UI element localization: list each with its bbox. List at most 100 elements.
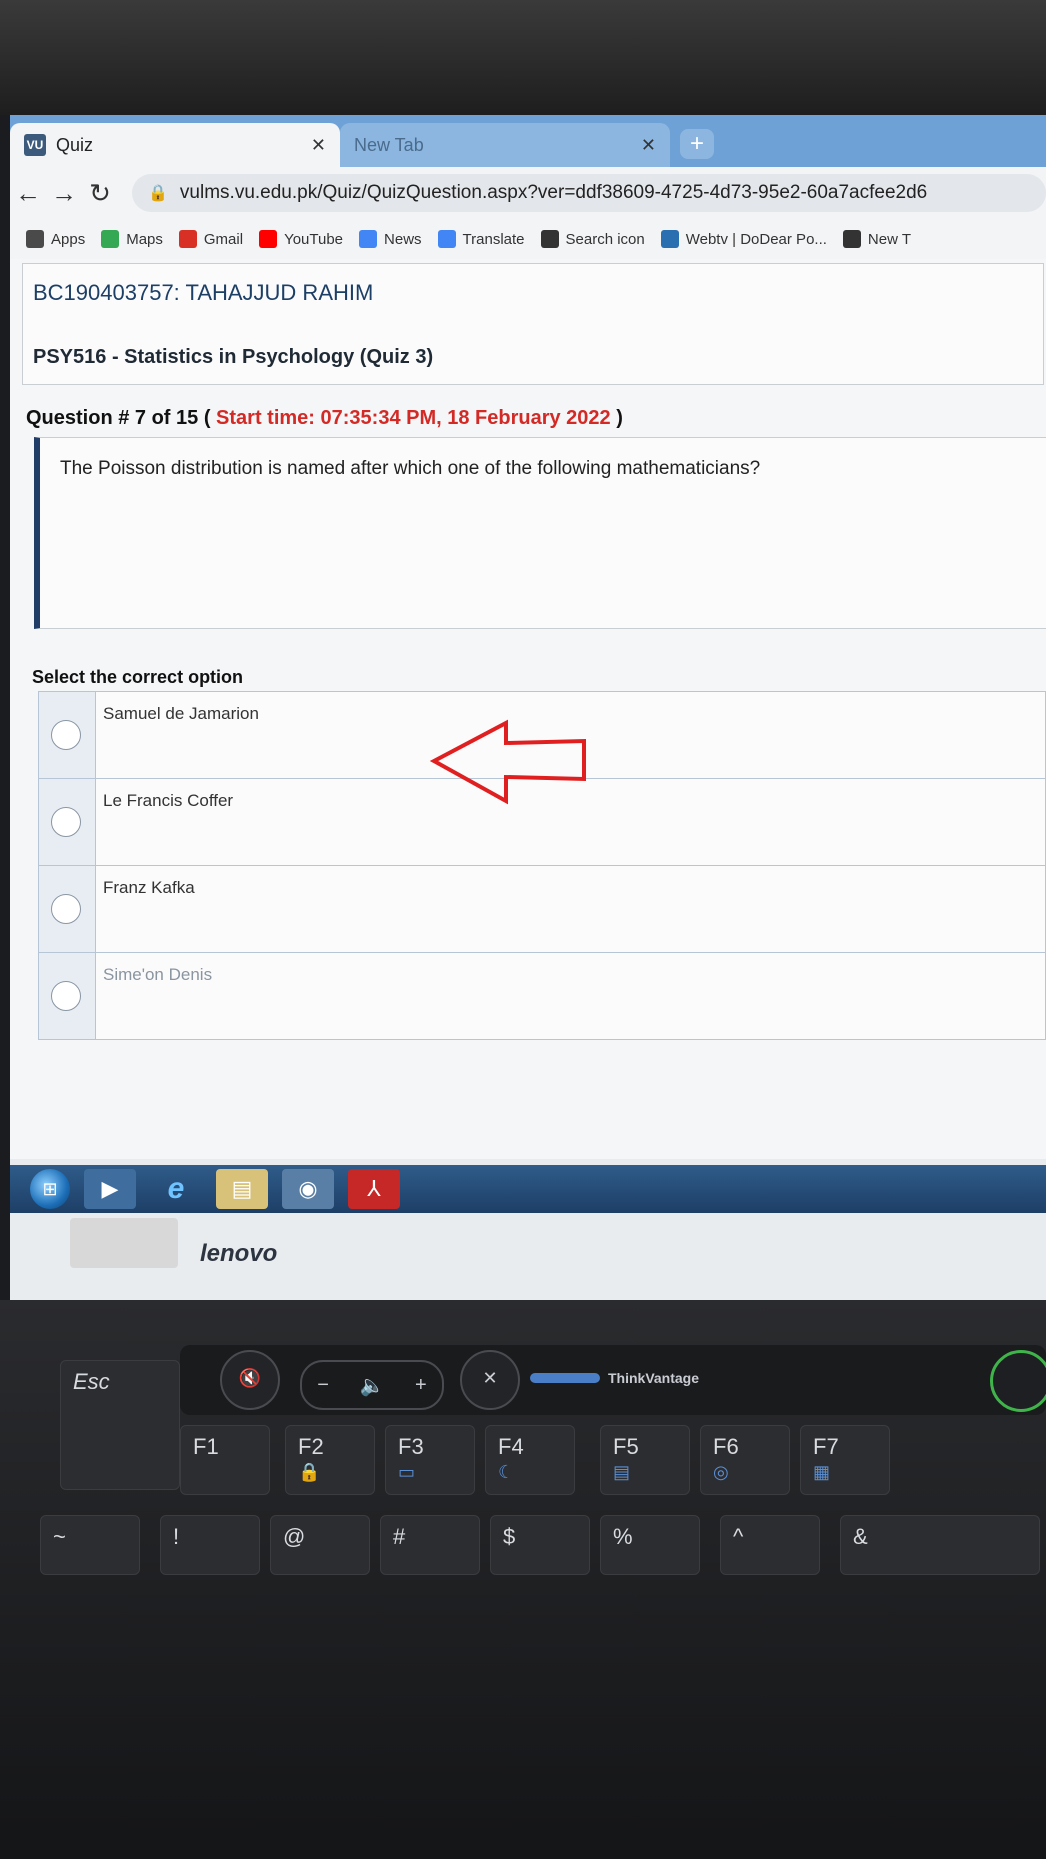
student-info-box: BC190403757: TAHAJJUD RAHIM PSY516 - Sta… (22, 263, 1044, 385)
bookmark-item[interactable]: New T (842, 230, 911, 248)
globe-icon (842, 230, 861, 248)
key-secondary-icon: ◎ (713, 1462, 729, 1482)
tab-label: Quiz (56, 134, 94, 155)
globe-icon (540, 230, 559, 248)
tab-label: New Tab (354, 134, 424, 155)
volume-down-icon[interactable]: − (317, 1374, 329, 1397)
function-key[interactable]: F2 🔒 (285, 1425, 375, 1495)
number-key[interactable]: % (600, 1515, 700, 1575)
address-bar[interactable]: 🔒 vulms.vu.edu.pk/Quiz/QuizQuestion.aspx… (132, 174, 1046, 212)
function-key[interactable]: F7 ▦ (800, 1425, 890, 1495)
bookmark-item[interactable]: Webtv | DoDear Po... (660, 230, 827, 248)
acrobat-icon[interactable]: ⅄ (348, 1169, 400, 1209)
laptop-screen: VU Quiz ✕ New Tab ✕ + ← → ↻ 🔒 vulms.vu.e… (10, 115, 1046, 1300)
bookmark-item[interactable]: Search icon (540, 230, 645, 248)
media-player-icon[interactable]: ▶ (84, 1169, 136, 1209)
function-key[interactable]: F6 ◎ (700, 1425, 790, 1495)
radio-cell (39, 953, 96, 1039)
bookmark-item[interactable]: YouTube (259, 230, 343, 248)
bookmark-item[interactable]: Maps (101, 230, 163, 248)
speaker-icon: 🔈 (359, 1374, 385, 1397)
radio-button[interactable] (51, 894, 81, 924)
option-label: Sime'on Denis (103, 965, 213, 984)
tab-strip: VU Quiz ✕ New Tab ✕ + (10, 115, 1046, 167)
radio-cell (39, 779, 96, 865)
start-button-icon[interactable]: ⊞ (30, 1169, 70, 1209)
windows-taskbar: ⊞ ▶ e ▤ ◉ ⅄ (10, 1165, 1046, 1213)
gmail-icon (178, 230, 197, 248)
function-key[interactable]: F4 ☾ (485, 1425, 575, 1495)
screen-latch (70, 1218, 178, 1268)
bookmark-label: Translate (462, 230, 525, 248)
key-label: F1 (193, 1434, 219, 1459)
mic-mute-button-icon[interactable]: ✕ (460, 1350, 520, 1410)
key-label: ^ (733, 1524, 744, 1549)
forward-arrow-icon[interactable]: → (46, 178, 82, 209)
key-label: % (613, 1524, 633, 1549)
radio-button[interactable] (51, 981, 81, 1011)
number-key[interactable]: ~ (40, 1515, 140, 1575)
volume-up-icon[interactable]: + (415, 1374, 427, 1397)
number-key[interactable]: @ (270, 1515, 370, 1575)
number-key[interactable]: ^ (720, 1515, 820, 1575)
esc-key[interactable]: Esc (60, 1360, 180, 1490)
volume-rocker[interactable]: − 🔈 + (300, 1360, 444, 1410)
bookmark-item[interactable]: News (359, 230, 422, 248)
radio-button[interactable] (51, 720, 81, 750)
key-label: $ (503, 1524, 516, 1549)
grid-icon (26, 230, 44, 248)
close-icon[interactable]: ✕ (641, 135, 656, 156)
option-label: Le Francis Coffer (103, 791, 234, 810)
course-title: PSY516 - Statistics in Psychology (Quiz … (33, 346, 434, 368)
power-button-icon[interactable] (990, 1350, 1046, 1412)
key-label: F4 (498, 1434, 524, 1459)
key-label: F5 (613, 1434, 639, 1459)
tab-new-tab[interactable]: New Tab ✕ (340, 123, 670, 167)
internet-explorer-icon[interactable]: e (150, 1169, 202, 1209)
function-key[interactable]: F3 ▭ (385, 1425, 475, 1495)
thinkvantage-button[interactable]: ThinkVantage (530, 1370, 699, 1386)
new-tab-button[interactable]: + (680, 129, 714, 159)
quiz-page: BC190403757: TAHAJJUD RAHIM PSY516 - Sta… (10, 259, 1046, 1159)
lenovo-logo: lenovo (200, 1240, 278, 1267)
key-label: F7 (813, 1434, 839, 1459)
mute-button-icon[interactable]: 🔇 (220, 1350, 280, 1410)
bookmark-item[interactable]: Gmail (178, 230, 243, 248)
key-secondary-icon: ☾ (498, 1462, 515, 1482)
option-row[interactable]: Franz Kafka (39, 866, 1045, 953)
browser-toolbar: ← → ↻ 🔒 vulms.vu.edu.pk/Quiz/QuizQuestio… (10, 167, 1046, 219)
reload-icon[interactable]: ↻ (82, 178, 118, 209)
bookmark-item[interactable]: Apps (26, 230, 85, 248)
key-label: & (853, 1524, 868, 1549)
number-key[interactable]: # (380, 1515, 480, 1575)
red-arrow-annotation-icon (430, 719, 586, 805)
key-label: F6 (713, 1434, 739, 1459)
function-key[interactable]: F1 (180, 1425, 270, 1495)
maps-icon (101, 230, 120, 248)
radio-button[interactable] (51, 807, 81, 837)
back-arrow-icon[interactable]: ← (10, 178, 46, 209)
address-url: vulms.vu.edu.pk/Quiz/QuizQuestion.aspx?v… (179, 182, 928, 203)
bookmark-label: Apps (51, 230, 86, 248)
bookmark-label: YouTube (284, 230, 344, 248)
start-time: Start time: 07:35:34 PM, 18 February 202… (216, 407, 611, 429)
option-label: Franz Kafka (103, 878, 195, 897)
radio-cell (39, 692, 96, 778)
option-row[interactable]: Sime'on Denis (39, 953, 1045, 1039)
tab-quiz[interactable]: VU Quiz ✕ (10, 123, 340, 167)
question-header: Question # 7 of 15 ( Start time: 07:35:3… (26, 407, 623, 430)
thinkvantage-bar (530, 1373, 600, 1383)
number-key[interactable]: $ (490, 1515, 590, 1575)
number-key[interactable]: ! (160, 1515, 260, 1575)
bookmark-item[interactable]: Translate (437, 230, 525, 248)
key-secondary-icon: ▦ (813, 1462, 831, 1482)
key-label: F2 (298, 1434, 324, 1459)
file-explorer-icon[interactable]: ▤ (216, 1169, 268, 1209)
chrome-icon[interactable]: ◉ (282, 1169, 334, 1209)
close-icon[interactable]: ✕ (311, 135, 326, 156)
student-id-name: BC190403757: TAHAJJUD RAHIM (33, 280, 374, 305)
function-key[interactable]: F5 ▤ (600, 1425, 690, 1495)
laptop-bezel-top (0, 0, 1046, 115)
question-box: The Poisson distribution is named after … (34, 437, 1046, 629)
number-key[interactable]: & (840, 1515, 1040, 1575)
